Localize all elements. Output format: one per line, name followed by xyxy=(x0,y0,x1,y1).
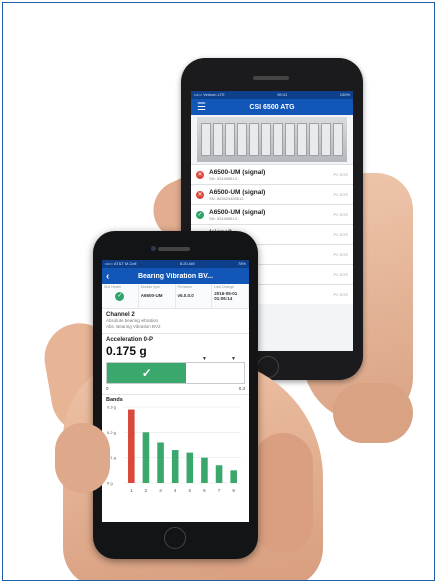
camera-icon xyxy=(151,246,156,251)
danger-marker-icon: ▼ xyxy=(231,356,236,362)
band-bar-6[interactable] xyxy=(201,457,208,483)
gauge-scale: 0 0.3 xyxy=(106,386,245,391)
front-phone: ••••○ AT&T M-Cell 8:20 AM 78% ‹ Bearing … xyxy=(93,231,258,559)
module-slot: P2 SOS xyxy=(333,292,348,297)
slot-health-cell: Slot Health ✓ xyxy=(102,284,139,308)
error-x-icon: ✕ xyxy=(196,170,204,179)
band-bar-3[interactable] xyxy=(157,442,164,483)
band-bar-5[interactable] xyxy=(186,452,194,483)
channel-section[interactable]: Channel 2 Absolute bearing vibration Abs… xyxy=(102,309,249,334)
front-hand-lower-finger xyxy=(55,423,110,493)
y-tick-label: 0 g xyxy=(107,481,113,486)
module-type-cell: Module type A6500-UM xyxy=(139,284,176,308)
battery-text: 100% xyxy=(339,92,350,97)
module-name: A6500-UM (signal) xyxy=(209,168,266,176)
carrier-text: ••••○ Verizon LTE xyxy=(194,92,225,97)
module-list-item[interactable]: ✕ A6500-UM (signal) SN: 324455513 P2 SOS xyxy=(191,164,353,184)
acceleration-section: Acceleration 0-P 0.175 g ▼ ▼ ✓ 0 0.3 xyxy=(102,334,249,394)
module-item-text: A6500-UM (signal) SN: 324455513 xyxy=(209,209,334,221)
check-circle-icon: ✓ xyxy=(115,292,125,301)
band-bar-2[interactable] xyxy=(142,432,150,483)
module-slot: P2 SOS xyxy=(333,212,348,217)
bands-section: Bands 0.3 g 0.2 g 0.1 g0 g12345678 xyxy=(102,394,249,502)
front-hand-thumb xyxy=(253,433,313,553)
acceleration-gauge: ▼ ▼ ✓ xyxy=(106,356,245,384)
back-chevron-icon[interactable]: ‹ xyxy=(106,271,120,282)
status-time: 09:41 xyxy=(277,92,288,97)
band-bar-7[interactable] xyxy=(215,465,223,483)
band-bar-4[interactable] xyxy=(171,450,179,483)
module-type-value: A6500-UM xyxy=(140,293,163,298)
carrier-text: ••••○ AT&T M-Cell xyxy=(105,261,137,266)
x-tick-label: 4 xyxy=(174,488,177,493)
module-meta: Slot Health ✓ Module type A6500-UM Firmw… xyxy=(102,284,249,309)
y-tick-label: 0.3 g xyxy=(107,405,116,410)
speaker-grille xyxy=(158,247,190,251)
module-slot: P2 SOS xyxy=(333,252,348,257)
module-name: A6500-UM (signal) xyxy=(209,208,266,216)
module-serial: SN: 324455513 xyxy=(209,215,237,221)
module-serial: SN: 843524455513 xyxy=(209,195,244,201)
x-tick-label: 1 xyxy=(130,488,133,493)
x-tick-label: 8 xyxy=(232,488,235,493)
module-name: A6500-UM (signal) xyxy=(209,188,266,196)
module-serial: SN: 324455513 xyxy=(209,175,237,181)
hamburger-menu-icon[interactable]: ☰ xyxy=(197,102,211,113)
acceleration-value: 0.175 g xyxy=(106,344,147,358)
x-tick-label: 6 xyxy=(203,488,206,493)
status-time: 8:20 AM xyxy=(179,261,195,266)
last-change-value: 2016-05-01 01:06:14 xyxy=(214,291,238,301)
check-circle-icon: ✓ xyxy=(196,210,204,219)
gauge-min: 0 xyxy=(106,386,109,391)
channel-desc-2: Abs. Bearing Vibration BV2 xyxy=(106,324,161,329)
gauge-max: 0.3 xyxy=(238,386,245,391)
front-phone-screen: ••••○ AT&T M-Cell 8:20 AM 78% ‹ Bearing … xyxy=(102,260,249,522)
battery-text: 78% xyxy=(237,261,246,266)
x-tick-label: 5 xyxy=(189,488,192,493)
module-type-label: Module type xyxy=(140,285,160,289)
firmware-value: v5.0.0.0 xyxy=(177,293,194,298)
y-tick-label: 0.2 g xyxy=(107,430,116,435)
rack-image xyxy=(197,117,347,162)
x-tick-label: 3 xyxy=(159,488,162,493)
module-slot: P2 SOS xyxy=(333,272,348,277)
status-bar: ••••○ AT&T M-Cell 8:20 AM 78% xyxy=(102,260,249,268)
slot-health-label: Slot Health xyxy=(104,285,122,289)
firmware-label: Firmware xyxy=(177,285,193,289)
last-change-label: Last Change xyxy=(214,285,235,289)
back-wrist xyxy=(333,383,413,443)
status-bar: ••••○ Verizon LTE 09:41 100% xyxy=(191,91,353,99)
band-bar-1[interactable] xyxy=(128,409,135,483)
module-slot: P2 SOS xyxy=(333,172,348,177)
module-slot: P2 SOS xyxy=(333,192,348,197)
firmware-cell: Firmware v5.0.0.0 xyxy=(176,284,213,308)
bands-chart: 0.3 g0.2 g0.1 g0 g1 2 3 4 5 6 7 8 xyxy=(107,405,241,493)
gauge-fill: ✓ xyxy=(107,363,187,383)
error-x-icon: ✕ xyxy=(196,190,204,199)
detail-title: Bearing Vibration BV... xyxy=(137,272,214,280)
acceleration-label: Acceleration 0-P xyxy=(106,337,154,343)
last-change-cell: Last Change 2016-05-01 01:06:14 xyxy=(212,284,249,308)
x-tick-label: 2 xyxy=(145,488,148,493)
x-tick-label: 7 xyxy=(218,488,221,493)
home-button[interactable] xyxy=(164,527,186,549)
image-frame: ••••○ Verizon LTE 09:41 100% ☰ CSI 6500 … xyxy=(2,2,435,581)
detail-header: ‹ Bearing Vibration BV... xyxy=(102,268,249,284)
module-item-text: A6500-UM (signal) SN: 324455513 xyxy=(209,169,334,181)
module-list-item[interactable]: ✓ A6500-UM (signal) SN: 324455513 P2 SOS xyxy=(191,204,353,224)
speaker-grille xyxy=(253,76,289,80)
app-title: CSI 6500 ATG xyxy=(249,103,295,111)
module-list-item[interactable]: ✕ A6500-UM (signal) SN: 843524455513 P2 SOS xyxy=(191,184,353,204)
app-header: ☰ CSI 6500 ATG xyxy=(191,99,353,115)
band-bar-8[interactable] xyxy=(230,470,237,483)
module-slot: P2 SOS xyxy=(333,232,348,237)
alert-marker-icon: ▼ xyxy=(202,356,207,362)
check-icon: ✓ xyxy=(141,366,152,380)
module-item-text: A6500-UM (signal) SN: 843524455513 xyxy=(209,189,334,201)
